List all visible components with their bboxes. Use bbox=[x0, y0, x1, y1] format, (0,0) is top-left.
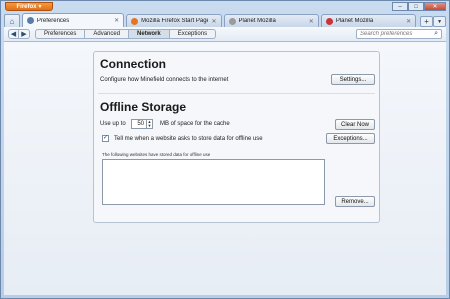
firefox-menu-button[interactable]: Firefox ▾ bbox=[5, 2, 53, 11]
connection-heading: Connection bbox=[100, 57, 166, 71]
search-box[interactable]: ⌕ bbox=[356, 29, 442, 39]
close-tab-icon[interactable]: ✕ bbox=[309, 18, 314, 25]
chevron-down-icon: ▾ bbox=[38, 4, 42, 10]
clear-now-button[interactable]: Clear Now bbox=[335, 119, 375, 130]
stepper-arrows: ▲ ▼ bbox=[146, 120, 152, 128]
firefox-menu-label: Firefox bbox=[16, 3, 37, 10]
offline-sites-list[interactable] bbox=[102, 159, 325, 205]
remove-site-button[interactable]: Remove... bbox=[335, 196, 375, 207]
tell-me-label: Tell me when a website asks to store dat… bbox=[114, 136, 263, 142]
cache-size-suffix: MB of space for the cache bbox=[160, 121, 230, 127]
window-controls: ‒ □ ✕ bbox=[392, 2, 446, 11]
tab-preferences[interactable]: Preferences ✕ bbox=[21, 13, 125, 27]
tab-label: Preferences bbox=[36, 17, 70, 24]
stepper-down-icon[interactable]: ▼ bbox=[147, 124, 152, 128]
new-tab-button[interactable]: + bbox=[420, 16, 434, 27]
planet-favicon-icon bbox=[325, 17, 333, 25]
crumb-exceptions[interactable]: Exceptions bbox=[169, 29, 217, 39]
offline-exceptions-button[interactable]: Exceptions... bbox=[326, 133, 375, 144]
network-panel: Connection Configure how Minefield conne… bbox=[93, 51, 380, 223]
tab-strip: ⌂ Preferences ✕ Mozilla Firefox Start Pa… bbox=[4, 12, 446, 27]
section-divider bbox=[98, 93, 375, 94]
tab-planet-mozilla-2[interactable]: Planet Mozilla ✕ bbox=[320, 14, 417, 27]
tell-me-checkbox[interactable]: ✓ bbox=[102, 135, 109, 142]
cache-size-stepper[interactable]: 50 ▲ ▼ bbox=[131, 119, 153, 129]
plus-icon: + bbox=[424, 17, 429, 26]
tab-list-button[interactable]: ▼ bbox=[433, 16, 446, 27]
minimize-button[interactable]: ‒ bbox=[392, 2, 408, 11]
maximize-button[interactable]: □ bbox=[408, 2, 424, 11]
crumb-preferences[interactable]: Preferences bbox=[35, 29, 86, 39]
search-icon[interactable]: ⌕ bbox=[434, 30, 438, 38]
forward-arrow-icon: ▶ bbox=[21, 31, 27, 38]
cache-size-value[interactable]: 50 bbox=[132, 121, 146, 127]
firefox-favicon-icon bbox=[131, 17, 139, 25]
home-tab-button[interactable]: ⌂ bbox=[4, 14, 20, 27]
offline-list-caption: The following websites have stored data … bbox=[102, 152, 211, 157]
breadcrumb: Preferences Advanced Network Exceptions bbox=[35, 29, 217, 39]
tab-label: Planet Mozilla bbox=[238, 18, 276, 24]
navigation-bar: ◀ ▶ Preferences Advanced Network Excepti… bbox=[4, 27, 446, 42]
back-arrow-icon: ◀ bbox=[10, 31, 17, 38]
crumb-network[interactable]: Network bbox=[129, 29, 170, 39]
connection-description: Configure how Minefield connects to the … bbox=[100, 77, 229, 83]
globe-favicon-icon bbox=[228, 17, 236, 25]
close-window-button[interactable]: ✕ bbox=[424, 2, 446, 11]
forward-button[interactable]: ▶ bbox=[19, 29, 30, 39]
use-up-to-label: Use up to bbox=[100, 121, 126, 127]
close-tab-icon[interactable]: ✕ bbox=[406, 18, 411, 25]
offline-storage-heading: Offline Storage bbox=[100, 100, 187, 114]
tab-mozilla-start-page[interactable]: Mozilla Firefox Start Page ✕ bbox=[126, 14, 222, 27]
tab-planet-mozilla-1[interactable]: Planet Mozilla ✕ bbox=[223, 14, 319, 27]
close-tab-icon[interactable]: ✕ bbox=[114, 17, 119, 24]
tab-label: Planet Mozilla bbox=[335, 18, 374, 24]
search-input[interactable] bbox=[360, 31, 430, 37]
preferences-content: Connection Configure how Minefield conne… bbox=[4, 42, 446, 295]
connection-settings-button[interactable]: Settings... bbox=[331, 74, 375, 85]
tab-label: Mozilla Firefox Start Page bbox=[141, 18, 209, 24]
preferences-favicon-icon bbox=[26, 17, 34, 24]
home-icon: ⌂ bbox=[9, 16, 15, 26]
browser-window: Firefox ▾ ‒ □ ✕ ⌂ Preferences ✕ Mozilla … bbox=[0, 0, 450, 299]
crumb-advanced[interactable]: Advanced bbox=[85, 29, 130, 39]
close-tab-icon[interactable]: ✕ bbox=[211, 18, 216, 25]
chevron-down-icon: ▼ bbox=[437, 18, 443, 25]
back-button[interactable]: ◀ bbox=[8, 29, 19, 39]
